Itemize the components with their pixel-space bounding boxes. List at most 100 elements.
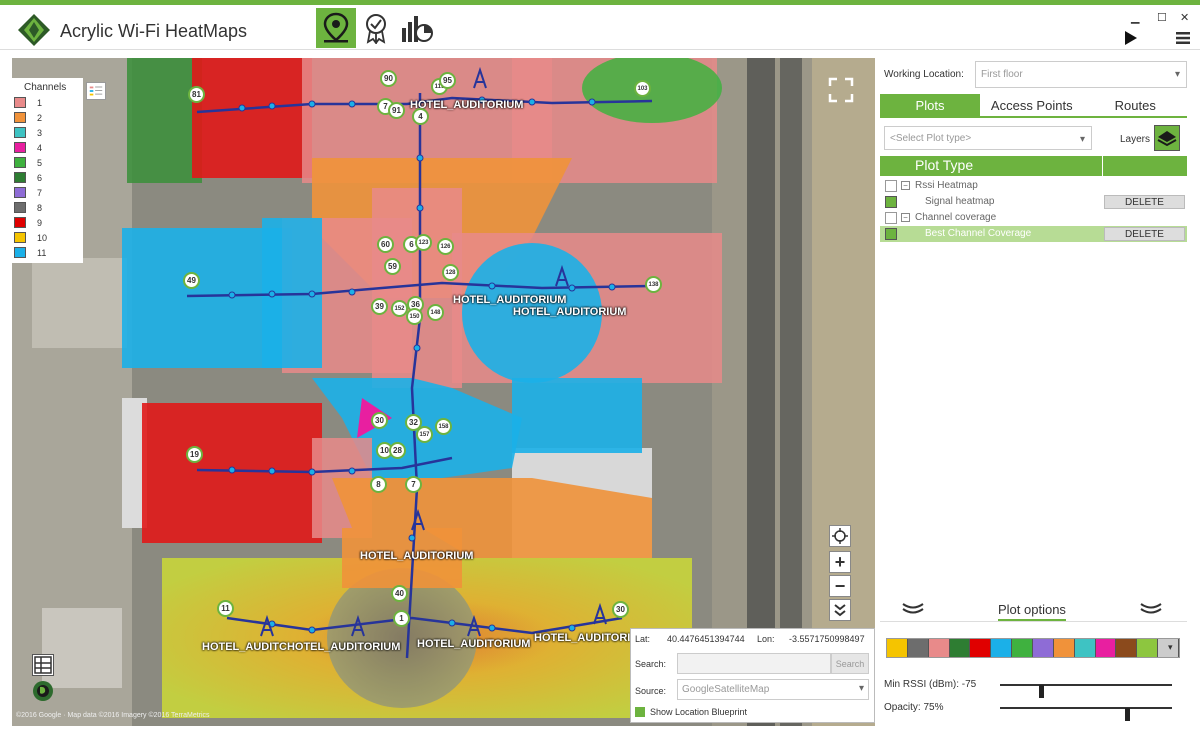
tab-access-points[interactable]: Access Points: [980, 94, 1084, 116]
measurement-pin[interactable]: 81: [188, 86, 205, 103]
tab-routes[interactable]: Routes: [1084, 94, 1188, 116]
menu-icon[interactable]: [1176, 32, 1190, 44]
layout-grid-icon[interactable]: [32, 654, 54, 676]
measurement-pin[interactable]: 138: [645, 276, 662, 293]
measurement-pin[interactable]: 60: [377, 236, 394, 253]
fullscreen-icon[interactable]: [828, 77, 854, 108]
plot-label: Best Channel Coverage: [925, 228, 1032, 239]
collapse-right-icon[interactable]: [1140, 602, 1162, 616]
measurement-pin[interactable]: 123: [415, 234, 432, 251]
legend-swatch: [14, 112, 26, 123]
report-mode-button[interactable]: [356, 8, 396, 48]
measurement-pin[interactable]: 8: [370, 476, 387, 493]
map-source-select[interactable]: GoogleSatelliteMap ▾: [677, 679, 869, 700]
minimize-button[interactable]: ▁: [1131, 11, 1139, 24]
search-button[interactable]: Search: [831, 653, 869, 674]
plot-options-title[interactable]: Plot options: [998, 602, 1066, 621]
palette-swatch[interactable]: [949, 639, 971, 657]
measurement-pin[interactable]: 128: [442, 264, 459, 281]
legend-toggle-icon[interactable]: [86, 82, 106, 100]
zoom-out-button[interactable]: −: [829, 575, 851, 597]
checkbox-icon: [635, 707, 645, 717]
measurement-pin[interactable]: 40: [391, 585, 408, 602]
measurement-pin[interactable]: 150: [406, 308, 423, 325]
measurement-pin[interactable]: 4: [412, 108, 429, 125]
close-button[interactable]: ✕: [1180, 11, 1189, 24]
plot-checkbox[interactable]: [885, 180, 897, 192]
collapse-icon[interactable]: −: [901, 181, 910, 190]
plot-type-select[interactable]: <Select Plot type> ▾: [884, 126, 1092, 150]
collapse-down-icon[interactable]: [829, 599, 851, 621]
measurement-pin[interactable]: 28: [389, 442, 406, 459]
analysis-mode-button[interactable]: [396, 8, 436, 48]
measurement-pin[interactable]: 148: [427, 304, 444, 321]
palette-swatch[interactable]: [970, 639, 992, 657]
palette-swatch[interactable]: [1033, 639, 1054, 657]
heatmap-canvas[interactable]: HOTEL_AUDITORIUM HOTEL_AUDITORIUM HOTEL_…: [12, 58, 875, 726]
plot-checkbox[interactable]: [885, 228, 897, 240]
measurement-pin[interactable]: 30: [612, 601, 629, 618]
heatmap-mode-button[interactable]: [316, 8, 356, 48]
measurement-pin[interactable]: 19: [186, 446, 203, 463]
min-rssi-slider[interactable]: [1000, 684, 1172, 698]
measurement-pin[interactable]: 30: [371, 412, 388, 429]
ap-label[interactable]: HOTEL_AUDITORIUM: [513, 306, 626, 318]
plot-row-selected[interactable]: Best Channel Coverage DELETE: [880, 226, 1187, 242]
measurement-pin[interactable]: 90: [380, 70, 397, 87]
delete-plot-button[interactable]: DELETE: [1104, 227, 1185, 241]
ap-label[interactable]: HOTEL_AUDITORIUM: [453, 294, 566, 306]
zoom-in-button[interactable]: +: [829, 551, 851, 573]
palette-swatch[interactable]: [1053, 639, 1075, 657]
measurement-pin[interactable]: 59: [384, 258, 401, 275]
play-icon[interactable]: [1124, 30, 1138, 46]
measurement-pin[interactable]: 7: [405, 476, 422, 493]
search-input[interactable]: [677, 653, 831, 674]
palette-swatch[interactable]: [1095, 639, 1117, 657]
plot-group-row[interactable]: − Rssi Heatmap: [880, 178, 1187, 194]
legend-item: 9: [14, 215, 83, 230]
layers-button[interactable]: [1154, 125, 1180, 151]
measurement-pin[interactable]: 126: [437, 238, 454, 255]
color-palette[interactable]: [886, 638, 1180, 658]
measurement-pin[interactable]: 103: [634, 80, 651, 97]
palette-swatch[interactable]: [928, 639, 950, 657]
measurement-pin[interactable]: 11: [217, 600, 234, 617]
palette-swatch[interactable]: [1116, 639, 1138, 657]
delete-plot-button[interactable]: DELETE: [1104, 195, 1185, 209]
slider-thumb[interactable]: [1125, 708, 1130, 721]
ap-label[interactable]: HOTEL_AUDITORIUM: [410, 99, 523, 111]
collapse-left-icon[interactable]: [902, 602, 924, 616]
chevron-down-icon[interactable]: ▾: [1168, 642, 1173, 653]
palette-swatch[interactable]: [1074, 639, 1096, 657]
legend-swatch: [14, 187, 26, 198]
measurement-pin[interactable]: 91: [388, 102, 405, 119]
plot-checkbox[interactable]: [885, 196, 897, 208]
palette-swatch[interactable]: [887, 639, 908, 657]
measurement-pin[interactable]: 158: [435, 418, 452, 435]
measurement-pin[interactable]: 49: [183, 272, 200, 289]
palette-swatch[interactable]: [907, 639, 929, 657]
palette-swatch[interactable]: [991, 639, 1013, 657]
plot-row[interactable]: Signal heatmap DELETE: [880, 194, 1187, 210]
maximize-button[interactable]: ☐: [1157, 11, 1167, 24]
plot-group-row[interactable]: − Channel coverage: [880, 210, 1187, 226]
show-blueprint-checkbox[interactable]: Show Location Blueprint: [635, 707, 747, 717]
measurement-pin[interactable]: 1: [393, 610, 410, 627]
map-copyright: ©2016 Google · Map data ©2016 Imagery ©2…: [16, 712, 210, 719]
tab-plots[interactable]: Plots: [880, 94, 980, 116]
globe-icon[interactable]: [32, 680, 54, 702]
palette-swatch[interactable]: [1012, 639, 1034, 657]
slider-thumb[interactable]: [1039, 685, 1044, 698]
plot-checkbox[interactable]: [885, 212, 897, 224]
measurement-pin[interactable]: 95: [439, 72, 456, 89]
ap-label[interactable]: HOTEL_AUDITORIUM: [360, 550, 473, 562]
ap-label[interactable]: HOTEL_AUDITORIUM: [417, 638, 530, 650]
locate-icon[interactable]: [829, 525, 851, 547]
collapse-icon[interactable]: −: [901, 213, 910, 222]
measurement-pin[interactable]: 39: [371, 298, 388, 315]
opacity-slider[interactable]: [1000, 707, 1172, 721]
palette-swatch[interactable]: [1137, 639, 1159, 657]
working-location-select[interactable]: First floor ▾: [975, 61, 1187, 88]
measurement-pin[interactable]: 157: [416, 426, 433, 443]
ap-label[interactable]: HOTEL_AUDITCHOTEL_AUDITORIUM: [202, 641, 400, 653]
